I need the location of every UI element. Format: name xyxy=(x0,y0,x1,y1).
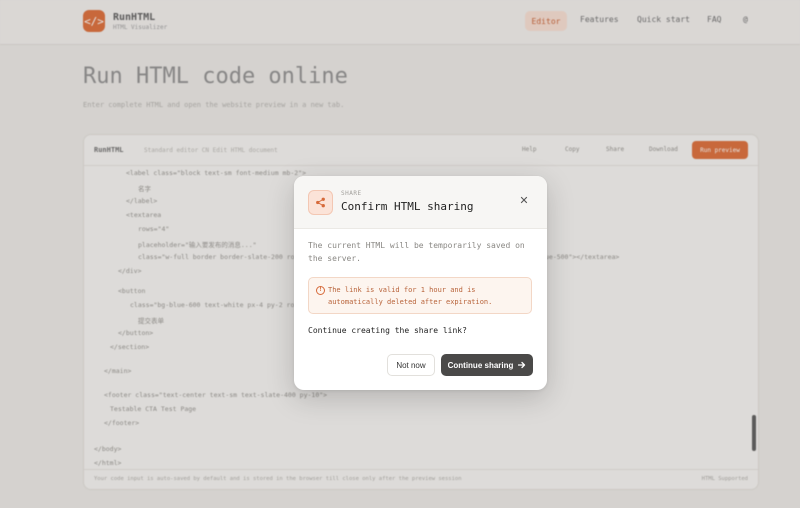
close-icon[interactable]: ✕ xyxy=(516,192,532,208)
arrow-right-icon xyxy=(518,361,526,369)
share-dialog: SHARE Confirm HTML sharing ✕ The current… xyxy=(294,176,547,390)
dialog-title: Confirm HTML sharing xyxy=(341,200,474,213)
notice-text: The link is valid for 1 hour and is auto… xyxy=(328,286,493,306)
expiry-notice: ! The link is valid for 1 hour and is au… xyxy=(308,277,532,314)
continue-sharing-label: Continue sharing xyxy=(447,360,514,370)
info-icon: ! xyxy=(316,286,325,295)
dialog-question: Continue creating the share link? xyxy=(308,326,467,335)
not-now-button[interactable]: Not now xyxy=(387,354,435,376)
not-now-label: Not now xyxy=(396,360,426,370)
dialog-description: The current HTML will be temporarily sav… xyxy=(308,241,525,263)
continue-sharing-button[interactable]: Continue sharing xyxy=(441,354,533,376)
share-icon xyxy=(308,190,333,215)
dialog-kicker: SHARE xyxy=(341,190,362,197)
dialog-header: SHARE Confirm HTML sharing ✕ xyxy=(294,176,547,229)
